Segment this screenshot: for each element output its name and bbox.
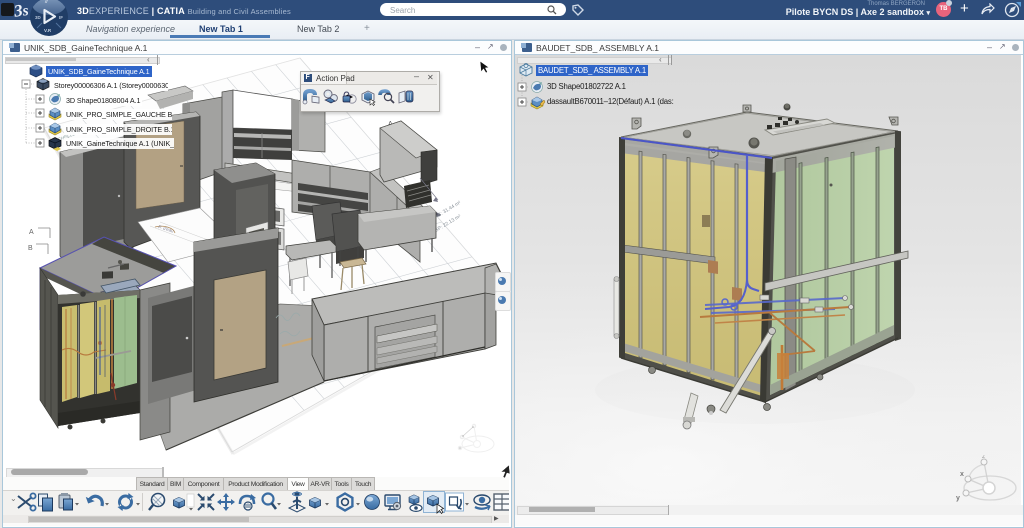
svg-text:z: z xyxy=(982,455,985,460)
svg-text:y: y xyxy=(956,495,960,502)
svg-text:A: A xyxy=(29,229,34,236)
svg-text:3D: 3D xyxy=(35,15,42,20)
svg-text:B: B xyxy=(28,245,33,252)
svg-text:V.R: V.R xyxy=(44,28,52,33)
svg-text:IF: IF xyxy=(59,15,63,20)
svg-text:x: x xyxy=(960,471,964,478)
